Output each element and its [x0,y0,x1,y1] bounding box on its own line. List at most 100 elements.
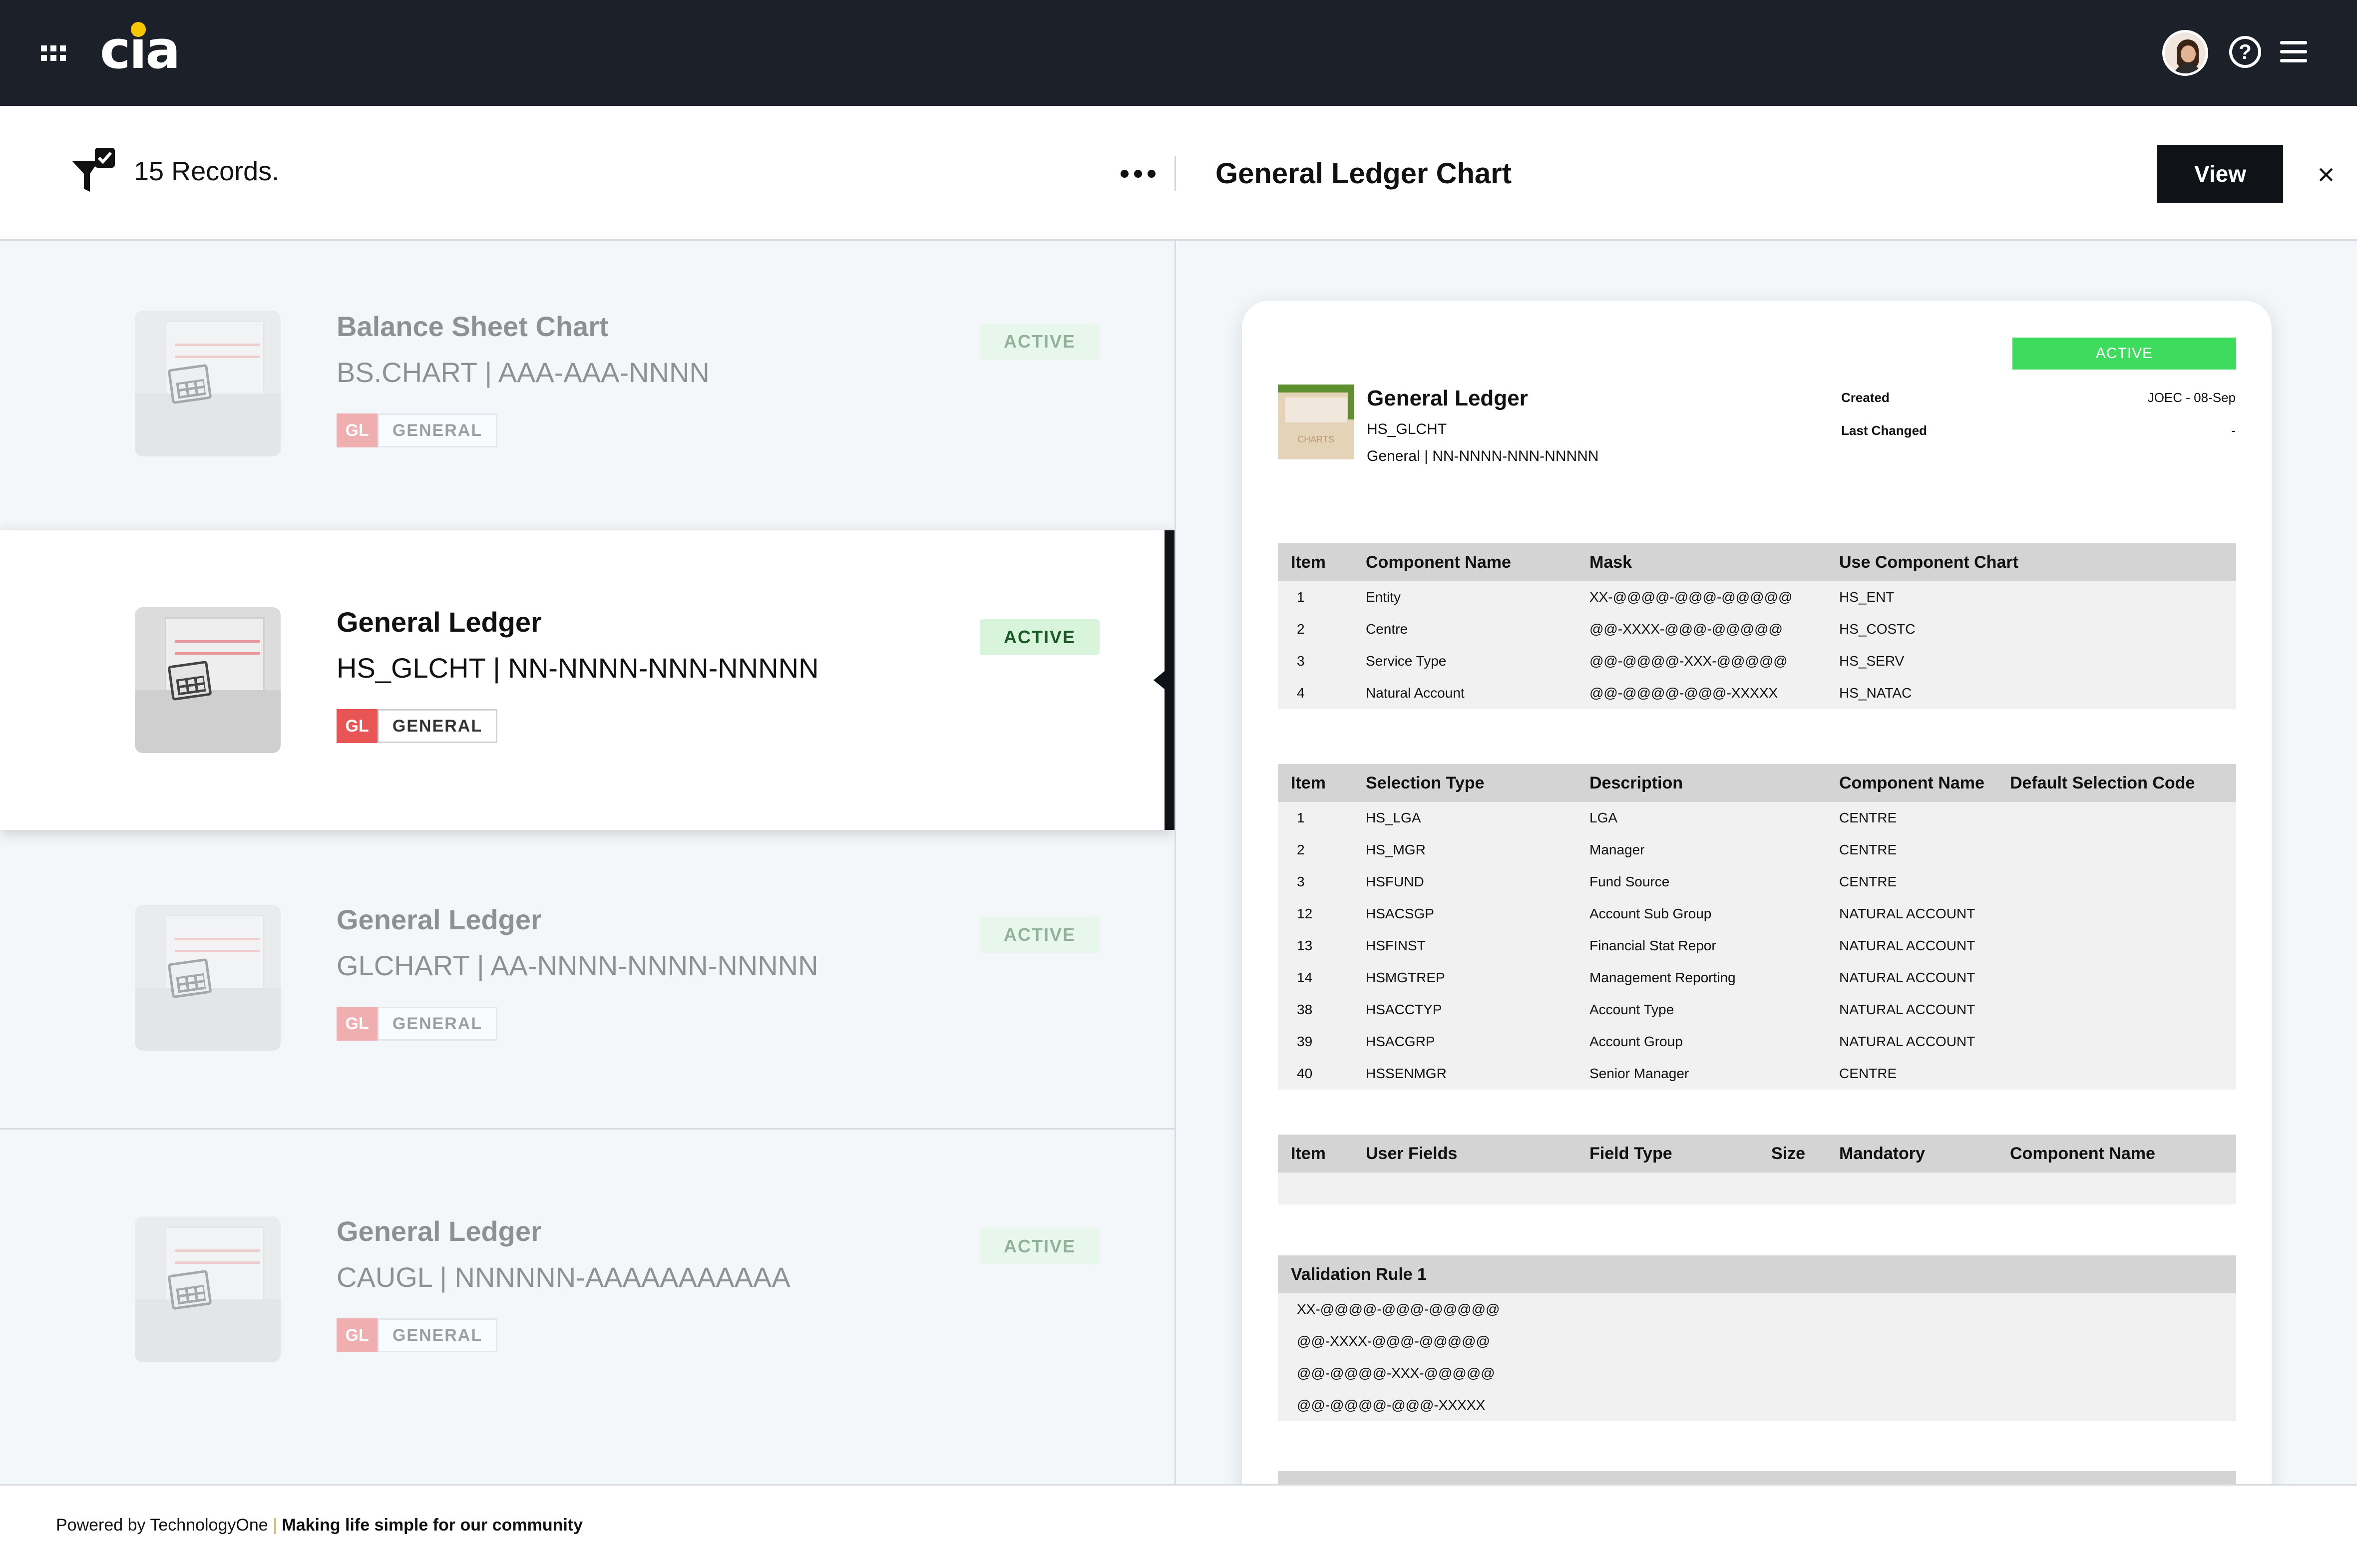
column-header: Selection Type [1366,774,1485,792]
cell: 38 [1297,1002,1313,1017]
close-icon[interactable]: × [2314,160,2338,190]
cell: HS_SERV [1839,653,1905,669]
cell: HSSENMGR [1366,1066,1447,1081]
table-row: 14 HSMGTREP Management Reporting NATURAL… [1278,962,2236,994]
list-item-selected[interactable]: General Ledger HS_GLCHT | NN-NNNN-NNN-NN… [0,530,1175,830]
list-item[interactable]: Balance Sheet Chart BS.CHART | AAA-AAA-N… [0,241,1175,530]
cell: @@-XXXX-@@@-@@@@@ [1589,621,1783,637]
column-header: Description [1589,774,1683,792]
cell: HSACSGP [1366,906,1434,921]
cell: CENTRE [1839,842,1897,857]
cell: HSACGRP [1366,1034,1435,1049]
table-row: 39 HSACGRP Account Group NATURAL ACCOUNT [1278,1026,2236,1058]
cell: HS_NATAC [1839,685,1912,701]
detail-code: HS_GLCHT [1367,421,1447,437]
column-header: Size [1771,1144,1806,1163]
table-header: Item Component Name Mask Use Component C… [1278,543,2236,581]
footer: Powered by TechnologyOne | Making life s… [0,1484,2357,1568]
cell: @@-@@@@-XXX-@@@@@ [1297,1365,1495,1381]
selection-indicator [1165,530,1175,830]
last-changed-value: - [2231,423,2236,438]
chart-thumbnail: CHARTS [1278,385,1354,459]
user-avatar[interactable] [2162,30,2208,76]
status-badge: ACTIVE [980,324,1100,360]
app-grid-icon[interactable] [41,45,66,61]
top-bar: cia ? [0,0,2357,106]
cell: NATURAL ACCOUNT [1839,906,1975,921]
column-header: Item [1291,774,1326,792]
toolbar: 15 Records. General Ledger Chart View × [0,106,2357,241]
table-row: 3 HSFUND Fund Source CENTRE [1278,866,2236,898]
cell: HSFUND [1366,874,1424,889]
help-icon[interactable]: ? [2229,36,2261,68]
list-item[interactable]: General Ledger GLCHART | AA-NNNN-NNNN-NN… [0,830,1175,1130]
cell: LGA [1589,810,1618,825]
table-row: 2 Centre @@-XXXX-@@@-@@@@@ HS_COSTC [1278,613,2236,645]
cell: CENTRE [1839,810,1897,825]
table-empty-row [1278,1173,2236,1204]
table-row: 40 HSSENMGR Senior Manager CENTRE [1278,1058,2236,1090]
cell: HSFINST [1366,938,1426,953]
more-options-icon[interactable] [1121,170,1156,178]
cell: CENTRE [1839,1066,1897,1081]
cell: Account Sub Group [1589,906,1712,921]
cell: XX-@@@@-@@@-@@@@@ [1297,1301,1500,1317]
filter-check-icon[interactable] [70,146,118,196]
status-badge: ACTIVE [2012,338,2236,370]
footer-tagline: Making life simple for our community [282,1516,583,1535]
table-header: Validation Rule 1 [1278,1255,2236,1293]
selection-pointer [1154,671,1165,689]
cell: @@-@@@@-@@@-XXXXX [1297,1397,1486,1413]
column-header: Component Name [2010,1144,2155,1163]
cell: Centre [1366,621,1408,637]
record-code: GLCHART | AA-NNNN-NNNN-NNNNN [337,950,818,981]
chart-thumbnail [135,311,281,456]
detail-subtitle: General | NN-NNNN-NNN-NNNNN [1367,448,1599,464]
cell: HS_COSTC [1839,621,1916,637]
table-row: XX-@@@@-@@@-@@@@@ [1278,1293,2236,1325]
cell: Account Group [1589,1034,1683,1049]
record-title: General Ledger [337,904,542,935]
status-badge: ACTIVE [980,917,1100,953]
cell: @@-@@@@-XXX-@@@@@ [1589,653,1788,669]
column-header: Mask [1589,553,1632,572]
table-row: 2 HS_MGR Manager CENTRE [1278,834,2236,866]
gl-tag: GL [337,1318,378,1352]
table-row: 38 HSACCTYP Account Type NATURAL ACCOUNT [1278,994,2236,1026]
footer-separator: | [273,1516,277,1535]
detail-pane: ACTIVE CHARTS General Ledger HS_GLCHT Ge… [1176,241,2357,1484]
logo-dot [131,22,146,37]
validation-rule-header: Validation Rule 1 [1291,1265,1427,1284]
record-list: Balance Sheet Chart BS.CHART | AAA-AAA-N… [0,241,1175,1484]
table-header [1278,1471,2236,1484]
cell: NATURAL ACCOUNT [1839,970,1975,985]
chart-thumbnail [135,1216,281,1362]
panel-title: General Ledger Chart [1215,157,1512,190]
table-row: 12 HSACSGP Account Sub Group NATURAL ACC… [1278,898,2236,930]
cell: Senior Manager [1589,1066,1689,1081]
column-header: Field Type [1589,1144,1672,1163]
cell: NATURAL ACCOUNT [1839,1002,1975,1017]
cell: Natural Account [1366,685,1465,701]
view-button[interactable]: View [2157,145,2283,203]
chart-detail-card: ACTIVE CHARTS General Ledger HS_GLCHT Ge… [1242,301,2272,1484]
cell: XX-@@@@-@@@-@@@@@ [1589,589,1793,605]
table-row: 3 Service Type @@-@@@@-XXX-@@@@@ HS_SERV [1278,645,2236,677]
table-row: @@-@@@@-@@@-XXXXX [1278,1389,2236,1421]
cell: Account Type [1589,1002,1674,1017]
status-badge: ACTIVE [980,1228,1100,1264]
cell: 1 [1297,589,1305,605]
cell: HS_LGA [1366,810,1421,825]
cell: 4 [1297,685,1305,701]
cell: HSACCTYP [1366,1002,1442,1017]
cell: 3 [1297,653,1305,669]
records-count: 15 Records. [134,156,280,186]
table-row: 1 Entity XX-@@@@-@@@-@@@@@ HS_ENT [1278,581,2236,613]
hamburger-menu-icon[interactable] [2280,41,2307,63]
cell: NATURAL ACCOUNT [1839,938,1975,953]
list-item[interactable]: General Ledger CAUGL | NNNNNN-AAAAAAAAAA… [0,1130,1175,1484]
cell: CENTRE [1839,874,1897,889]
cell: 1 [1297,810,1305,825]
column-header: Mandatory [1839,1144,1925,1163]
column-header: User Fields [1366,1144,1458,1163]
